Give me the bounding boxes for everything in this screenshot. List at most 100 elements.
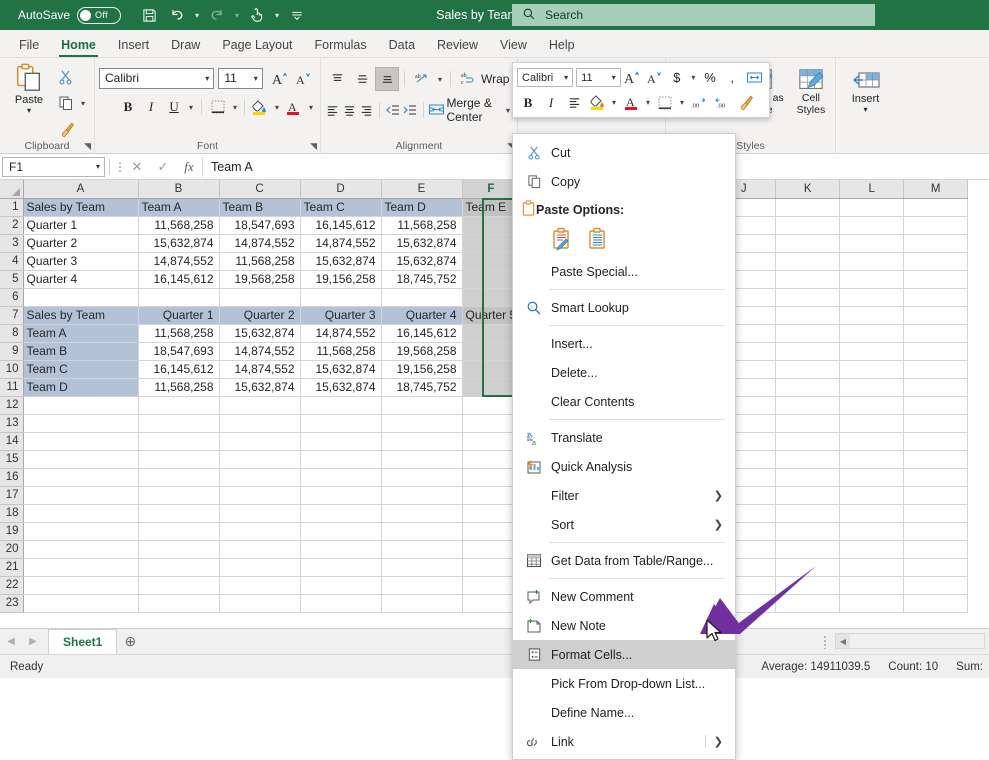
grid-cell[interactable]: Team D	[381, 198, 463, 217]
select-all-corner[interactable]	[0, 180, 24, 199]
grid-cell[interactable]	[775, 270, 841, 289]
grid-cell[interactable]	[839, 378, 905, 397]
mini-fill-color-dropdown-icon[interactable]: ▾	[609, 98, 619, 107]
cut-button[interactable]	[54, 65, 88, 89]
grid-cell[interactable]	[775, 432, 841, 451]
row-header-2[interactable]: 2	[0, 216, 24, 235]
column-header-k[interactable]: K	[775, 180, 841, 199]
grid-cell[interactable]	[775, 576, 841, 595]
menu-item-format-cells[interactable]: Format Cells...	[513, 640, 735, 669]
row-header-5[interactable]: 5	[0, 270, 24, 289]
sheet-tab-sheet1[interactable]: Sheet1	[48, 629, 118, 654]
row-header-15[interactable]: 15	[0, 450, 24, 469]
grid-cell[interactable]: 18,745,752	[381, 270, 463, 289]
grid-cell[interactable]: 15,632,874	[300, 360, 382, 379]
row-header-7[interactable]: 7	[0, 306, 24, 325]
grid-cell[interactable]	[903, 432, 969, 451]
grid-cell[interactable]	[903, 378, 969, 397]
menu-item-clear-contents[interactable]: Clear Contents	[513, 387, 735, 416]
menu-item-filter[interactable]: Filter ❯	[513, 481, 735, 510]
grid-cell[interactable]: 15,632,874	[300, 378, 382, 397]
grid-cell[interactable]: 14,874,552	[300, 234, 382, 253]
grid-cell[interactable]	[839, 486, 905, 505]
row-header-23[interactable]: 23	[0, 594, 24, 613]
menu-item-copy[interactable]: Copy	[513, 167, 735, 196]
grid-cell[interactable]: 19,568,258	[219, 270, 301, 289]
grid-cell[interactable]: 15,632,874	[219, 324, 301, 343]
grid-cell[interactable]	[138, 504, 220, 523]
scroll-grip[interactable]	[823, 635, 827, 649]
grid-cell[interactable]	[903, 558, 969, 577]
grid-cell[interactable]	[775, 360, 841, 379]
grid-cell[interactable]: Team D	[23, 378, 139, 397]
grid-cell[interactable]	[775, 306, 841, 325]
cell-styles-button[interactable]: Cell Styles	[791, 67, 831, 116]
grid-cell[interactable]	[839, 252, 905, 271]
mini-align-icon[interactable]	[563, 92, 585, 114]
grid-cell[interactable]: 15,632,874	[381, 234, 463, 253]
insert-function-icon[interactable]: fx	[176, 157, 202, 177]
mini-currency-format-icon[interactable]: $	[666, 67, 687, 89]
chevron-right-icon[interactable]: ❯	[714, 489, 727, 502]
grid-cell[interactable]	[381, 486, 463, 505]
menu-item-link[interactable]: Link ❯	[513, 727, 735, 756]
grid-cell[interactable]	[23, 468, 139, 487]
fill-color-dropdown-icon[interactable]: ▾	[272, 103, 282, 112]
save-icon[interactable]	[135, 3, 163, 27]
grid-cell[interactable]	[775, 540, 841, 559]
grid-cell[interactable]	[219, 522, 301, 541]
grid-cell[interactable]	[138, 414, 220, 433]
mini-borders-dropdown-icon[interactable]: ▾	[677, 98, 687, 107]
context-menu[interactable]: Cut Copy Paste Options: Paste Special... i Sm…	[512, 133, 736, 760]
spreadsheet-grid[interactable]: A B C D E F G H I J K L M 1Sales by Team…	[0, 180, 989, 628]
mini-font-color-dropdown-icon[interactable]: ▾	[643, 98, 653, 107]
grid-cell[interactable]	[839, 270, 905, 289]
grid-cell[interactable]: 14,874,552	[219, 234, 301, 253]
paste-values-icon[interactable]	[587, 227, 609, 254]
bold-button[interactable]: B	[117, 95, 139, 119]
tab-insert[interactable]: Insert	[107, 36, 160, 57]
grid-cell[interactable]	[775, 252, 841, 271]
grid-cell[interactable]	[903, 234, 969, 253]
grid-cell[interactable]	[138, 396, 220, 415]
grid-cell[interactable]	[23, 432, 139, 451]
cancel-entry-icon[interactable]: ✕	[124, 157, 150, 177]
copy-button[interactable]: ▾	[54, 91, 88, 115]
row-header-19[interactable]: 19	[0, 522, 24, 541]
grid-cell[interactable]	[138, 450, 220, 469]
row-header-12[interactable]: 12	[0, 396, 24, 415]
grid-cell[interactable]	[138, 594, 220, 613]
grid-cell[interactable]	[381, 558, 463, 577]
mini-format-painter-icon[interactable]	[734, 92, 756, 114]
grid-cell[interactable]: 14,874,552	[138, 252, 220, 271]
grid-cell[interactable]	[839, 432, 905, 451]
column-header-l[interactable]: L	[839, 180, 905, 199]
grid-cell[interactable]	[138, 540, 220, 559]
grid-cell[interactable]	[23, 288, 139, 307]
row-header-6[interactable]: 6	[0, 288, 24, 307]
row-header-9[interactable]: 9	[0, 342, 24, 361]
grid-cell[interactable]: Team C	[300, 198, 382, 217]
grid-cell[interactable]	[23, 414, 139, 433]
grid-cell[interactable]: 15,632,874	[138, 234, 220, 253]
grid-cell[interactable]	[775, 486, 841, 505]
grid-cell[interactable]: 11,568,258	[138, 378, 220, 397]
align-top-icon[interactable]	[325, 67, 349, 91]
row-header-16[interactable]: 16	[0, 468, 24, 487]
row-header-20[interactable]: 20	[0, 540, 24, 559]
column-header-b[interactable]: B	[138, 180, 220, 199]
grid-cell[interactable]	[903, 306, 969, 325]
grid-cell[interactable]	[903, 522, 969, 541]
tab-formulas[interactable]: Formulas	[304, 36, 378, 57]
grid-cell[interactable]	[138, 558, 220, 577]
grid-cell[interactable]	[138, 576, 220, 595]
grid-cell[interactable]: Quarter 1	[23, 216, 139, 235]
grid-cell[interactable]: 18,547,693	[219, 216, 301, 235]
grid-cell[interactable]: 19,156,258	[300, 270, 382, 289]
grid-cell[interactable]	[300, 522, 382, 541]
font-size-dropdown-icon[interactable]: ▾	[254, 74, 262, 83]
align-center-icon[interactable]	[342, 98, 358, 122]
insert-cells-button[interactable]: Insert ▾	[840, 61, 891, 114]
row-header-17[interactable]: 17	[0, 486, 24, 505]
touch-mode-icon[interactable]	[243, 3, 271, 27]
